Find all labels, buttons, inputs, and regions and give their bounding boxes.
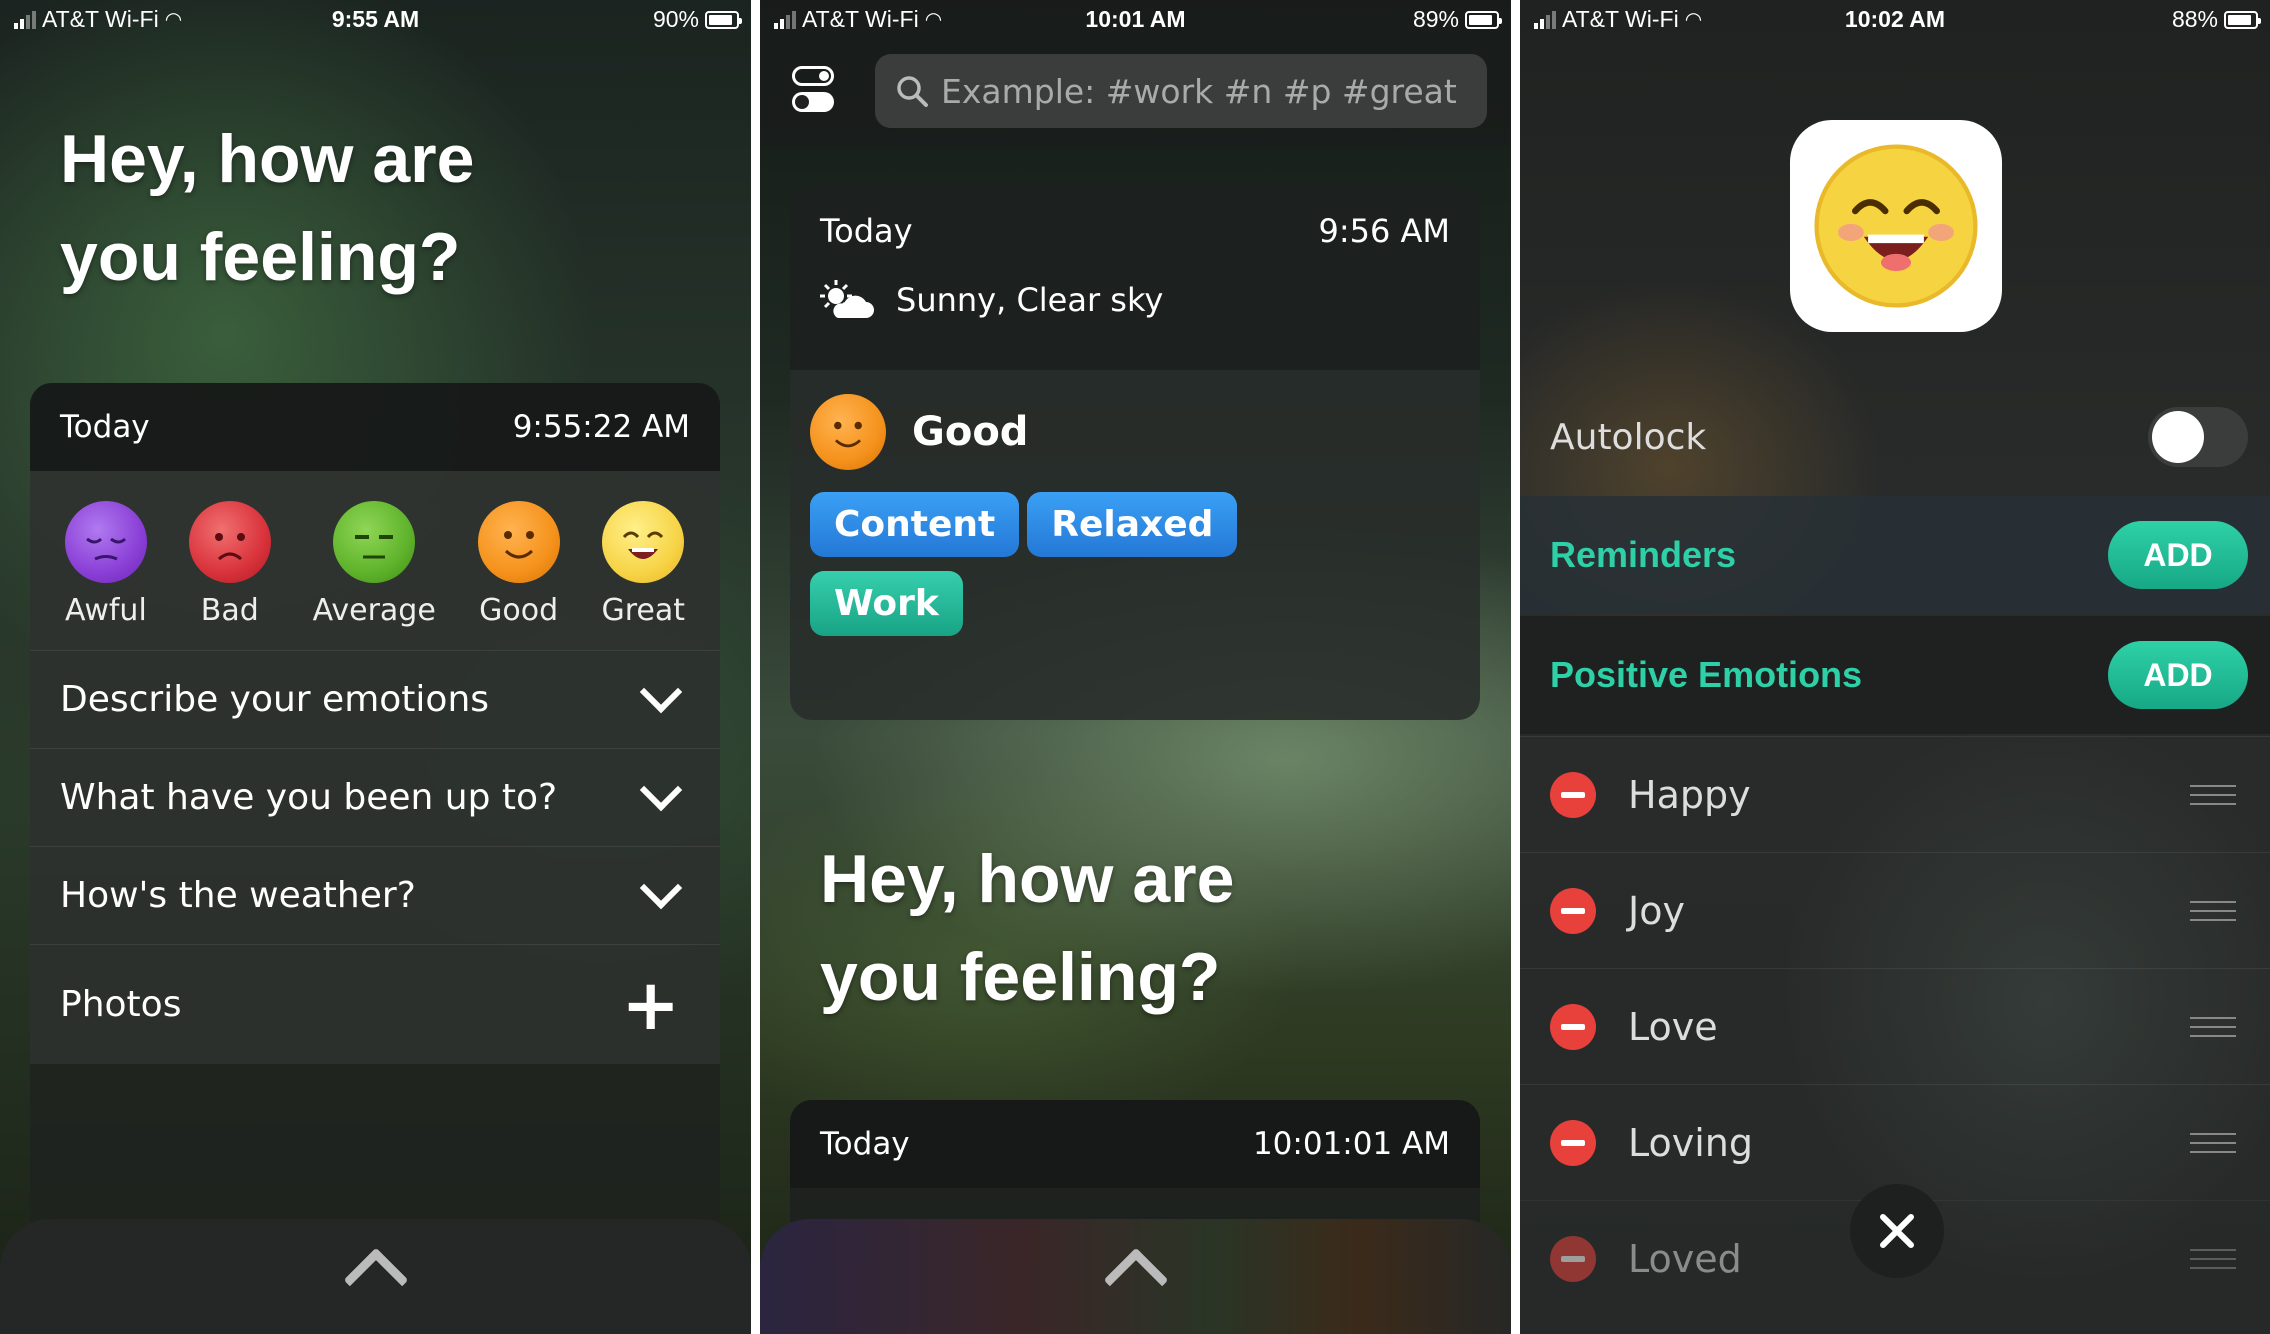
list-item: Happy [1520,736,2270,852]
autolock-row: Autolock [1520,378,2270,496]
app-logo [1790,120,2002,332]
positive-emotions-label: Positive Emotions [1550,654,1863,695]
mood-good[interactable]: Good [477,501,560,628]
positive-emotions-row: Positive Emotions ADD [1520,616,2270,734]
entry-time: 9:56 AM [1318,212,1450,250]
mood-great[interactable]: Great [602,501,685,628]
settings-toggle-icon[interactable] [792,66,834,114]
search-placeholder: Example: #work #n #p #great [941,71,1457,111]
reminders-label: Reminders [1550,534,1737,575]
battery-icon [1465,10,1502,29]
battery-percent: 89% [1412,6,1459,32]
entry-card: Today 9:55:22 AM Awful Bad Average Good … [30,383,720,1243]
drag-handle-icon[interactable] [2190,1132,2236,1153]
status-bar: AT&T Wi-Fi ◠ 10:01 AM 89% [760,0,1511,40]
chevron-down-icon [639,670,683,713]
average-face-icon [333,501,416,583]
chevron-up-icon[interactable] [1102,1247,1169,1313]
tag-chip[interactable]: Content [810,492,1020,557]
remove-icon[interactable] [1550,1235,1596,1282]
bottom-drawer[interactable] [760,1219,1511,1334]
mood-awful[interactable]: Awful [64,501,147,628]
list-item: Joy [1520,852,2270,968]
search-input[interactable]: Example: #work #n #p #great [875,54,1487,128]
great-face-icon [1814,144,1978,308]
remove-icon[interactable] [1550,1119,1596,1166]
reminders-row: Reminders ADD [1520,496,2270,614]
bottom-drawer[interactable] [0,1219,751,1334]
card-time[interactable]: 10:01:01 AM [1253,1126,1450,1162]
drag-handle-icon[interactable] [2190,1016,2236,1037]
screen-new-entry: AT&T Wi-Fi ◠ 9:55 AM 90% Hey, how are yo… [0,0,751,1334]
remove-icon[interactable] [1550,887,1596,934]
screen-settings: AT&T Wi-Fi ◠ 10:02 AM 88% Autolock Remin… [1520,0,2270,1334]
drag-handle-icon[interactable] [2190,900,2236,921]
list-item: Love [1520,968,2270,1084]
card-header: Today 9:55:22 AM [30,383,720,471]
status-bar: AT&T Wi-Fi ◠ 9:55 AM 90% [0,0,751,40]
card-day: Today [60,409,150,445]
battery-percent: 88% [2171,6,2218,32]
drag-handle-icon[interactable] [2190,784,2236,805]
chevron-down-icon [639,768,683,811]
mood-picker: Awful Bad Average Good Great [30,471,720,650]
battery-percent: 90% [652,6,699,32]
autolock-toggle[interactable] [2148,407,2248,467]
drag-handle-icon[interactable] [2190,1248,2236,1269]
screen-journal: AT&T Wi-Fi ◠ 10:01 AM 89% Example: #work… [760,0,1511,1334]
good-face-icon [477,501,560,583]
status-time: 10:02 AM [1844,6,1946,32]
good-face-icon [810,394,886,470]
section-photos[interactable]: Photos + [30,944,720,1064]
remove-icon[interactable] [1550,1003,1596,1050]
journal-entry-card[interactable]: Today 9:56 AM Sunny, Clear sky Good Cont… [790,186,1480,720]
weather-text: Sunny, Clear sky [896,281,1164,319]
close-button[interactable] [1850,1184,1944,1278]
chevron-up-icon[interactable] [342,1247,409,1313]
mood-bad[interactable]: Bad [188,501,271,628]
entry-mood: Good [912,409,1029,455]
add-reminder-button[interactable]: ADD [2108,521,2248,589]
battery-icon [705,10,742,29]
tag-chip[interactable]: Work [810,571,963,636]
plus-icon[interactable]: + [621,970,680,1040]
page-title: Hey, how are you feeling? [60,121,475,295]
remove-icon[interactable] [1550,771,1596,818]
status-time: 9:55 AM [331,6,420,32]
entry-day: Today [820,212,913,250]
search-icon [897,76,928,107]
section-describe-emotions[interactable]: Describe your emotions [30,650,720,748]
autolock-label: Autolock [1550,416,1707,458]
mood-average[interactable]: Average [313,501,436,628]
card-time[interactable]: 9:55:22 AM [513,409,690,445]
card-day: Today [820,1126,910,1162]
tag-chip[interactable]: Relaxed [1027,492,1238,557]
status-time: 10:01 AM [1085,6,1186,32]
page-title: Hey, how are you feeling? [820,841,1235,1015]
sun-cloud-icon [820,280,874,318]
entry-header: Today 9:56 AM Sunny, Clear sky [790,186,1480,370]
close-icon [1880,1214,1914,1248]
battery-icon [2224,10,2261,29]
great-face-icon [602,501,685,583]
list-item: Loving [1520,1084,2270,1200]
chevron-down-icon [639,866,683,909]
section-weather[interactable]: How's the weather? [30,846,720,944]
bad-face-icon [188,501,271,583]
awful-face-icon [64,501,147,583]
status-bar: AT&T Wi-Fi ◠ 10:02 AM 88% [1520,0,2270,40]
tag-list: Content Relaxed Work [810,492,1270,650]
add-emotion-button[interactable]: ADD [2108,641,2248,709]
section-activities[interactable]: What have you been up to? [30,748,720,846]
